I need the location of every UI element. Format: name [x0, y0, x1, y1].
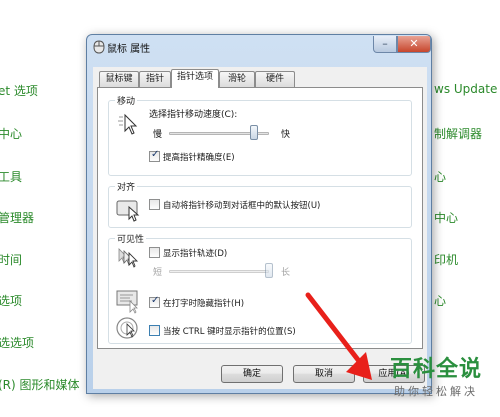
snap-checkbox[interactable]: [149, 199, 160, 210]
fast-label: 快: [281, 130, 291, 140]
title-bar[interactable]: 鼠标 属性 – ✕: [87, 35, 431, 59]
ctrl-locate-icon: [115, 315, 143, 343]
trails-checkbox[interactable]: [149, 247, 160, 258]
pointer-motion-icon: [115, 111, 143, 139]
trails-slider-track[interactable]: [169, 270, 269, 273]
bg-link-right-3[interactable]: 心: [434, 168, 446, 185]
trails-slider-thumb[interactable]: [265, 263, 273, 278]
hide-while-typing-checkbox[interactable]: [149, 295, 160, 308]
watermark-title: 百科全说: [389, 357, 482, 382]
bg-link-left-7[interactable]: 选选项: [0, 334, 34, 351]
watermark-subtitle: 助你轻松解决: [394, 385, 478, 398]
tab-pointer-options[interactable]: 指针选项: [171, 69, 219, 88]
bg-link-right-5[interactable]: 印机: [434, 251, 458, 268]
precision-checkbox[interactable]: [149, 149, 160, 162]
ok-button[interactable]: 确定: [221, 365, 283, 383]
bg-link-left-2[interactable]: 中心: [0, 125, 22, 142]
dialog-client: 鼠标键 指针 指针选项 滑轮 硬件 移动 选择指针移动速度(C): 慢 快 提高…: [93, 67, 427, 389]
hide-while-typing-label[interactable]: 在打字时隐藏指针(H): [163, 297, 244, 309]
tab-hardware[interactable]: 硬件: [255, 71, 295, 87]
speed-label: 选择指针移动速度(C):: [149, 110, 238, 120]
bg-link-right-4[interactable]: 中心: [434, 209, 458, 226]
short-label: 短: [153, 268, 163, 278]
close-button[interactable]: ✕: [397, 36, 431, 53]
bg-link-left-3[interactable]: 工具: [0, 168, 22, 185]
visibility-group: 可见性 显示指针轨迹(D) 短 长 在打字时隐藏指针(H): [108, 232, 412, 344]
tab-wheel[interactable]: 滑轮: [219, 71, 255, 87]
mouse-icon: [93, 40, 105, 54]
snap-label[interactable]: 自动将指针移动到对话框中的默认按钮(U): [163, 199, 320, 211]
bg-link-right-2[interactable]: 制解调器: [434, 125, 482, 142]
snap-to-button-icon: [115, 195, 143, 223]
pointer-options-page: 移动 选择指针移动速度(C): 慢 快 提高指针精确度(E) 对齐 自动: [97, 87, 423, 349]
ctrl-locate-checkbox[interactable]: [149, 325, 160, 336]
bg-link-left-4[interactable]: 管理器: [0, 209, 34, 226]
bg-link-right-6[interactable]: 心: [434, 292, 446, 309]
hide-while-typing-icon: [115, 287, 143, 315]
dialog-title: 鼠标 属性: [107, 44, 151, 55]
bg-link-left-8[interactable]: (R) 图形和媒体: [0, 376, 80, 393]
visibility-group-label: 可见性: [115, 232, 147, 245]
watermark-logo: 百科全说 助你轻松解决: [374, 356, 498, 414]
snap-group: 对齐 自动将指针移动到对话框中的默认按钮(U): [108, 180, 412, 228]
bg-link-right-1[interactable]: ws Update: [434, 82, 497, 96]
bg-link-left-1[interactable]: et 选项: [0, 82, 38, 99]
motion-group: 移动 选择指针移动速度(C): 慢 快 提高指针精确度(E): [108, 94, 412, 176]
precision-label[interactable]: 提高指针精确度(E): [163, 151, 235, 163]
motion-group-label: 移动: [115, 94, 138, 107]
long-label: 长: [281, 268, 291, 278]
trails-label[interactable]: 显示指针轨迹(D): [163, 247, 227, 259]
speed-slider-thumb[interactable]: [250, 125, 258, 140]
bg-link-left-6[interactable]: 选项: [0, 292, 22, 309]
minimize-button[interactable]: –: [373, 36, 397, 53]
mouse-properties-dialog: 鼠标 属性 – ✕ 鼠标键 指针 指针选项 滑轮 硬件 移动 选择指针移动速度(…: [86, 34, 432, 394]
cancel-button[interactable]: 取消: [293, 365, 355, 383]
tab-pointers[interactable]: 指针: [139, 71, 171, 87]
slow-label: 慢: [153, 130, 163, 140]
tab-buttons[interactable]: 鼠标键: [99, 71, 139, 87]
ctrl-locate-label[interactable]: 当按 CTRL 键时显示指针的位置(S): [163, 325, 296, 337]
snap-group-label: 对齐: [115, 180, 138, 193]
bg-link-left-5[interactable]: 时间: [0, 251, 22, 268]
pointer-trails-icon: [115, 245, 143, 273]
